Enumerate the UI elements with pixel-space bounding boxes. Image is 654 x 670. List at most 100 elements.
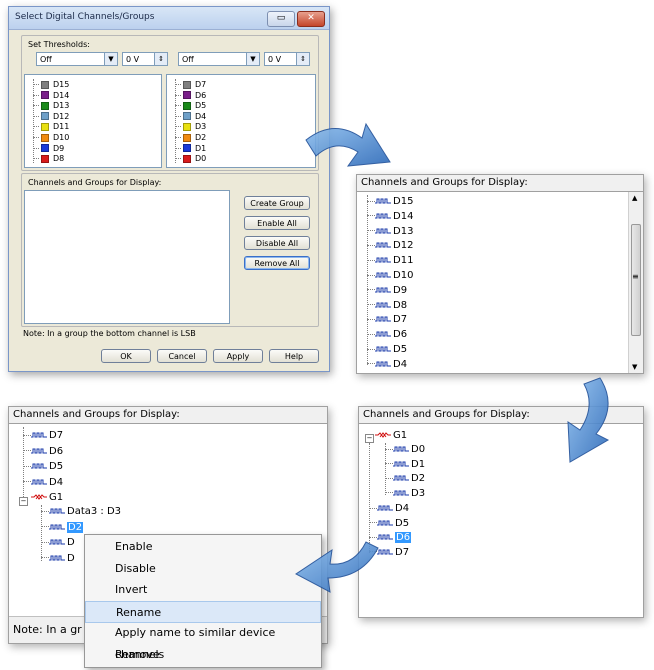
- channel-item[interactable]: D11: [33, 122, 69, 131]
- tree-item-group-channel[interactable]: D: [41, 536, 75, 550]
- right-threshold-mode-value: Off: [182, 55, 194, 64]
- channel-color-swatch: [183, 154, 191, 163]
- channel-color-swatch: [41, 144, 49, 153]
- collapse-icon[interactable]: −: [365, 434, 374, 443]
- tree-item-channel[interactable]: D9: [367, 284, 407, 298]
- channel-item[interactable]: D6: [175, 91, 206, 100]
- dialog-title: Select Digital Channels/Groups: [15, 12, 155, 22]
- channel-item[interactable]: D13: [33, 101, 69, 110]
- tree-item-channel[interactable]: D5: [367, 343, 407, 357]
- tree-item-channel[interactable]: D13: [367, 225, 413, 239]
- waveform-icon: [49, 524, 65, 530]
- channel-label: Data3 : D3: [67, 506, 122, 517]
- left-threshold-mode-select[interactable]: Off ▼: [36, 52, 118, 66]
- menu-item-remove[interactable]: Remove: [85, 644, 321, 666]
- close-button[interactable]: ✕: [297, 11, 325, 27]
- left-threshold-voltage-input[interactable]: 0 V ⇕: [122, 52, 168, 66]
- tree-item-channel[interactable]: D8: [367, 299, 407, 313]
- tree-item-channel[interactable]: D6: [367, 328, 407, 342]
- right-threshold-voltage-input[interactable]: 0 V ⇕: [264, 52, 310, 66]
- waveform-icon: [49, 508, 65, 514]
- tree-item-group-channel[interactable]: D1: [385, 458, 425, 472]
- menu-item-enable[interactable]: Enable: [85, 536, 321, 558]
- tree-item-channel[interactable]: D5: [369, 517, 409, 531]
- right-threshold-mode-select[interactable]: Off ▼: [178, 52, 260, 66]
- tree-item-channel[interactable]: D12: [367, 239, 413, 253]
- channel-label: D4: [393, 358, 408, 370]
- channel-item[interactable]: D4: [175, 112, 206, 121]
- spinner-icon[interactable]: ⇕: [296, 53, 309, 65]
- tree-line: [367, 333, 375, 335]
- tree-line: [41, 510, 49, 512]
- tree-item-group-channel[interactable]: D2: [41, 521, 84, 535]
- apply-button[interactable]: Apply: [213, 349, 263, 363]
- tree-item-group-channel[interactable]: D0: [385, 443, 425, 457]
- tree-item-channel[interactable]: D7: [23, 429, 63, 443]
- thresholds-group: Set Thresholds: Off ▼ 0 V ⇕ Off ▼ 0 V ⇕ …: [21, 35, 319, 171]
- help-button[interactable]: Help: [269, 349, 319, 363]
- channel-item[interactable]: D8: [33, 154, 64, 163]
- tree-item-channel[interactable]: D15: [367, 195, 413, 209]
- spinner-icon[interactable]: ⇕: [154, 53, 167, 65]
- remove-all-button[interactable]: Remove All: [244, 256, 310, 270]
- channel-label: D11: [53, 122, 70, 132]
- left-channel-list[interactable]: D15 D14 D13 D12 D11 D10 D9 D8: [24, 74, 162, 168]
- menu-item-rename[interactable]: Rename: [85, 600, 321, 623]
- channel-item[interactable]: D14: [33, 91, 69, 100]
- enable-all-button[interactable]: Enable All: [244, 216, 310, 230]
- tree-item-group-channel[interactable]: D3: [385, 487, 425, 501]
- channel-item[interactable]: D1: [175, 144, 206, 153]
- channel-label: D12: [53, 111, 70, 121]
- channel-item[interactable]: D9: [33, 144, 64, 153]
- tree-item-channel[interactable]: D7: [367, 313, 407, 327]
- cancel-button[interactable]: Cancel: [157, 349, 207, 363]
- left-threshold-mode-value: Off: [40, 55, 52, 64]
- ok-button[interactable]: OK: [101, 349, 151, 363]
- tree-item-channel[interactable]: D6: [23, 445, 63, 459]
- channel-label: D: [67, 552, 75, 564]
- tree-item-channel[interactable]: D10: [367, 269, 413, 283]
- right-channel-list[interactable]: D7 D6 D5 D4 D3 D2 D1 D0: [166, 74, 316, 168]
- scroll-down-icon[interactable]: ▼: [632, 363, 637, 371]
- scroll-up-icon[interactable]: ▲: [632, 194, 637, 202]
- display-list[interactable]: [24, 190, 230, 324]
- waveform-icon: [375, 257, 391, 263]
- channel-label: D4: [395, 503, 410, 514]
- create-group-button[interactable]: Create Group: [244, 196, 310, 210]
- menu-item-apply[interactable]: Apply name to similar device channels: [85, 622, 321, 661]
- channel-label: D2: [411, 473, 426, 485]
- channel-item[interactable]: D7: [175, 80, 206, 89]
- channel-item[interactable]: D10: [33, 133, 69, 142]
- group-g1[interactable]: G1: [31, 491, 63, 505]
- group-g1[interactable]: G1: [375, 429, 407, 443]
- disable-all-button[interactable]: Disable All: [244, 236, 310, 250]
- tree-item-channel[interactable]: D4: [369, 502, 409, 516]
- panel-a-scrollbar[interactable]: ▲ ≡ ▼: [628, 192, 643, 373]
- tree-item-channel[interactable]: D4: [367, 358, 407, 372]
- channel-item[interactable]: D2: [175, 133, 206, 142]
- channel-item[interactable]: D12: [33, 112, 69, 121]
- channel-color-swatch: [41, 154, 49, 163]
- menu-item-disable[interactable]: Disable: [85, 558, 321, 580]
- channel-label: D2: [67, 521, 84, 533]
- waveform-icon: [31, 479, 47, 485]
- tree-item-channel[interactable]: D14: [367, 210, 413, 224]
- menu-item-invert[interactable]: Invert: [85, 579, 321, 601]
- channel-item[interactable]: D3: [175, 122, 206, 131]
- channel-item[interactable]: D15: [33, 80, 69, 89]
- collapse-icon[interactable]: −: [19, 497, 28, 506]
- tree-item-channel[interactable]: D5: [23, 460, 63, 474]
- channel-item[interactable]: D0: [175, 154, 206, 163]
- channel-label: D11: [393, 255, 414, 267]
- restore-button[interactable]: ▭: [267, 11, 295, 27]
- tree-line: [23, 465, 31, 467]
- tree-item-channel[interactable]: D11: [367, 254, 413, 268]
- tree-line: [385, 463, 393, 465]
- tree-item-group-channel[interactable]: Data3 : D3: [41, 505, 121, 519]
- channel-label: D3: [411, 487, 426, 499]
- tree-item-channel[interactable]: D4: [23, 476, 63, 490]
- tree-item-group-channel[interactable]: D2: [385, 472, 425, 486]
- waveform-icon: [393, 461, 409, 467]
- channel-item[interactable]: D5: [175, 101, 206, 110]
- tree-item-group-channel[interactable]: D: [41, 552, 75, 566]
